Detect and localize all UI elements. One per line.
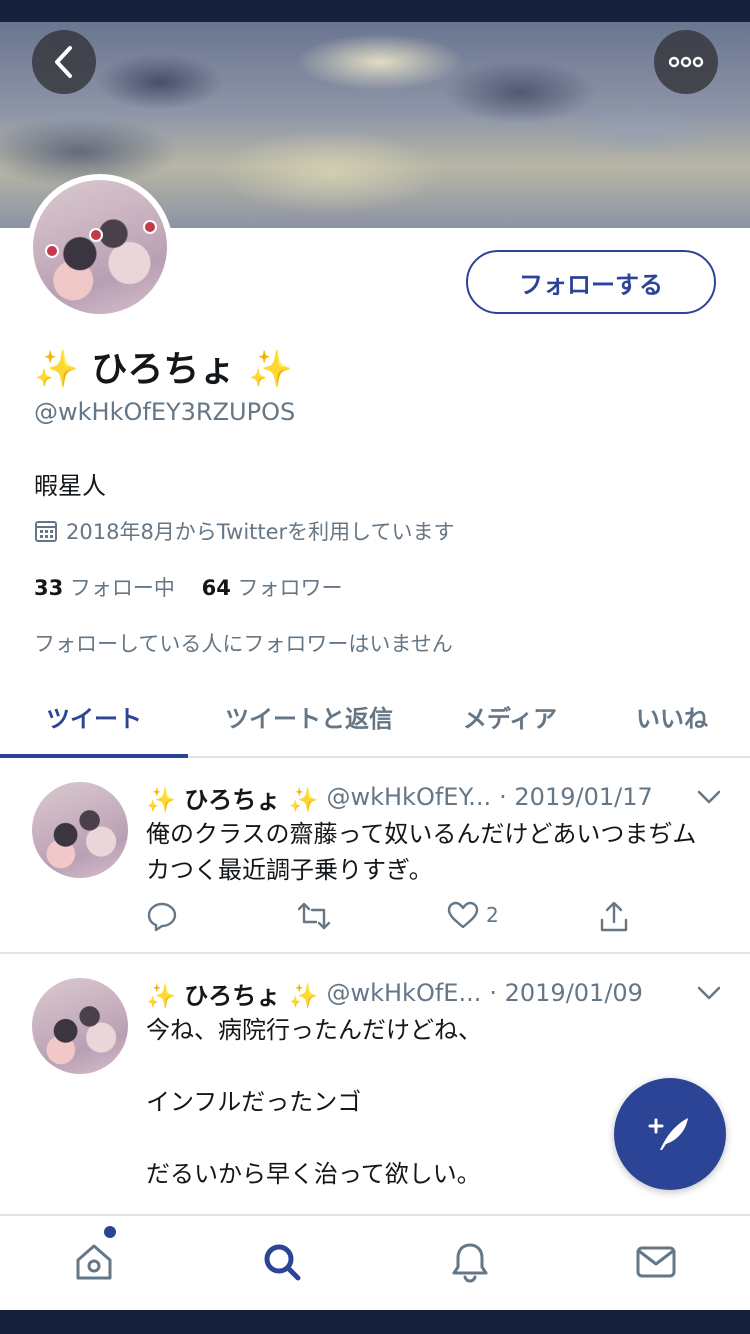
tab-messages[interactable] <box>626 1232 686 1292</box>
chevron-left-icon <box>55 46 72 78</box>
retweet-button[interactable] <box>296 900 332 932</box>
tab-home[interactable] <box>64 1232 124 1292</box>
bottom-tab-bar <box>0 1214 750 1310</box>
join-date-text: 2018年8月からTwitterを利用しています <box>66 520 455 544</box>
tweet-author-name: ✨ ひろちょ ✨ <box>146 785 319 814</box>
more-options-button[interactable] <box>654 30 718 94</box>
tweet-author-handle: @wkHkOfEY... <box>326 783 492 811</box>
reply-button[interactable] <box>146 900 178 932</box>
tweet-header: ✨ ひろちょ ✨ @wkHkOfEY... · 2019/01/17 <box>146 780 653 814</box>
followers-label: フォロワー <box>237 576 343 600</box>
tweet-date: · 2019/01/09 <box>489 979 643 1007</box>
like-count: 2 <box>486 903 499 927</box>
home-icon <box>76 1244 112 1280</box>
profile-tabs: ツイート ツイートと返信 メディア いいね <box>0 676 750 758</box>
tab-tweets-and-replies[interactable]: ツイートと返信 <box>200 676 418 756</box>
tweet-avatar[interactable] <box>32 978 128 1074</box>
join-date: 2018年8月からTwitterを利用しています <box>34 516 455 546</box>
following-link[interactable]: 33 フォロー中 <box>34 576 175 600</box>
display-name-text: ひろちょ <box>91 349 236 390</box>
bell-icon <box>452 1243 488 1283</box>
tweet-date: · 2019/01/17 <box>499 783 653 811</box>
compose-tweet-icon <box>648 1118 688 1150</box>
mutual-followers-note: フォローしている人にフォロワーはいません <box>34 632 453 656</box>
status-bar-area <box>0 0 750 22</box>
profile-avatar[interactable] <box>27 174 173 320</box>
more-horizontal-icon <box>668 56 704 68</box>
chevron-down-icon[interactable] <box>696 788 722 806</box>
retweet-icon <box>297 902 331 930</box>
share-button[interactable] <box>598 900 630 934</box>
chevron-down-icon[interactable] <box>696 984 722 1002</box>
heart-icon <box>447 901 479 929</box>
tweet-avatar[interactable] <box>32 782 128 878</box>
following-label: フォロー中 <box>69 576 175 600</box>
compose-tweet-button[interactable] <box>614 1078 726 1190</box>
tab-notifications[interactable] <box>440 1232 500 1292</box>
followers-count: 64 <box>201 576 231 600</box>
back-button[interactable] <box>32 30 96 94</box>
tab-media[interactable]: メディア <box>440 676 580 756</box>
profile-screen: フォローする ✨ ひろちょ ✨ @wkHkOfEY3RZUPOS 暇星人 201… <box>0 22 750 1310</box>
tweet-text: 俺のクラスの齋藤って奴いるんだけどあいつまぢムカつく最近調子乗りすぎ。 <box>146 820 697 884</box>
tab-search[interactable] <box>252 1232 312 1292</box>
tweet-author-name: ✨ ひろちょ ✨ <box>146 981 319 1010</box>
calendar-icon <box>35 521 57 542</box>
follow-button[interactable]: フォローする <box>466 250 716 314</box>
following-count: 33 <box>34 576 64 600</box>
display-name: ✨ ひろちょ ✨ <box>34 340 293 392</box>
tab-tweets[interactable]: ツイート <box>0 676 188 756</box>
tweet-header: ✨ ひろちょ ✨ @wkHkOfE... · 2019/01/09 <box>146 976 643 1010</box>
tweet-author-handle: @wkHkOfE... <box>326 979 482 1007</box>
profile-bio: 暇星人 <box>34 472 106 500</box>
followers-link[interactable]: 64 フォロワー <box>202 576 343 600</box>
follow-stats: 33 フォロー中 64 フォロワー <box>34 572 343 602</box>
like-button[interactable]: 2 <box>446 900 499 930</box>
share-icon <box>600 901 628 932</box>
profile-handle: @wkHkOfEY3RZUPOS <box>34 398 296 426</box>
home-indicator-area <box>0 1310 750 1334</box>
profile-avatar-image <box>33 180 167 314</box>
reply-icon <box>147 902 177 932</box>
sparkle-emoji: ✨ <box>247 349 293 390</box>
home-notification-dot <box>104 1226 116 1238</box>
sparkle-emoji: ✨ <box>34 349 79 390</box>
tab-likes[interactable]: いいね <box>612 676 732 756</box>
mail-icon <box>636 1246 676 1278</box>
tweet-item[interactable]: ✨ ひろちょ ✨ @wkHkOfEY... · 2019/01/17 俺のクラス… <box>0 758 750 954</box>
tweet-actions: 2 <box>146 900 646 936</box>
search-icon <box>264 1244 301 1281</box>
